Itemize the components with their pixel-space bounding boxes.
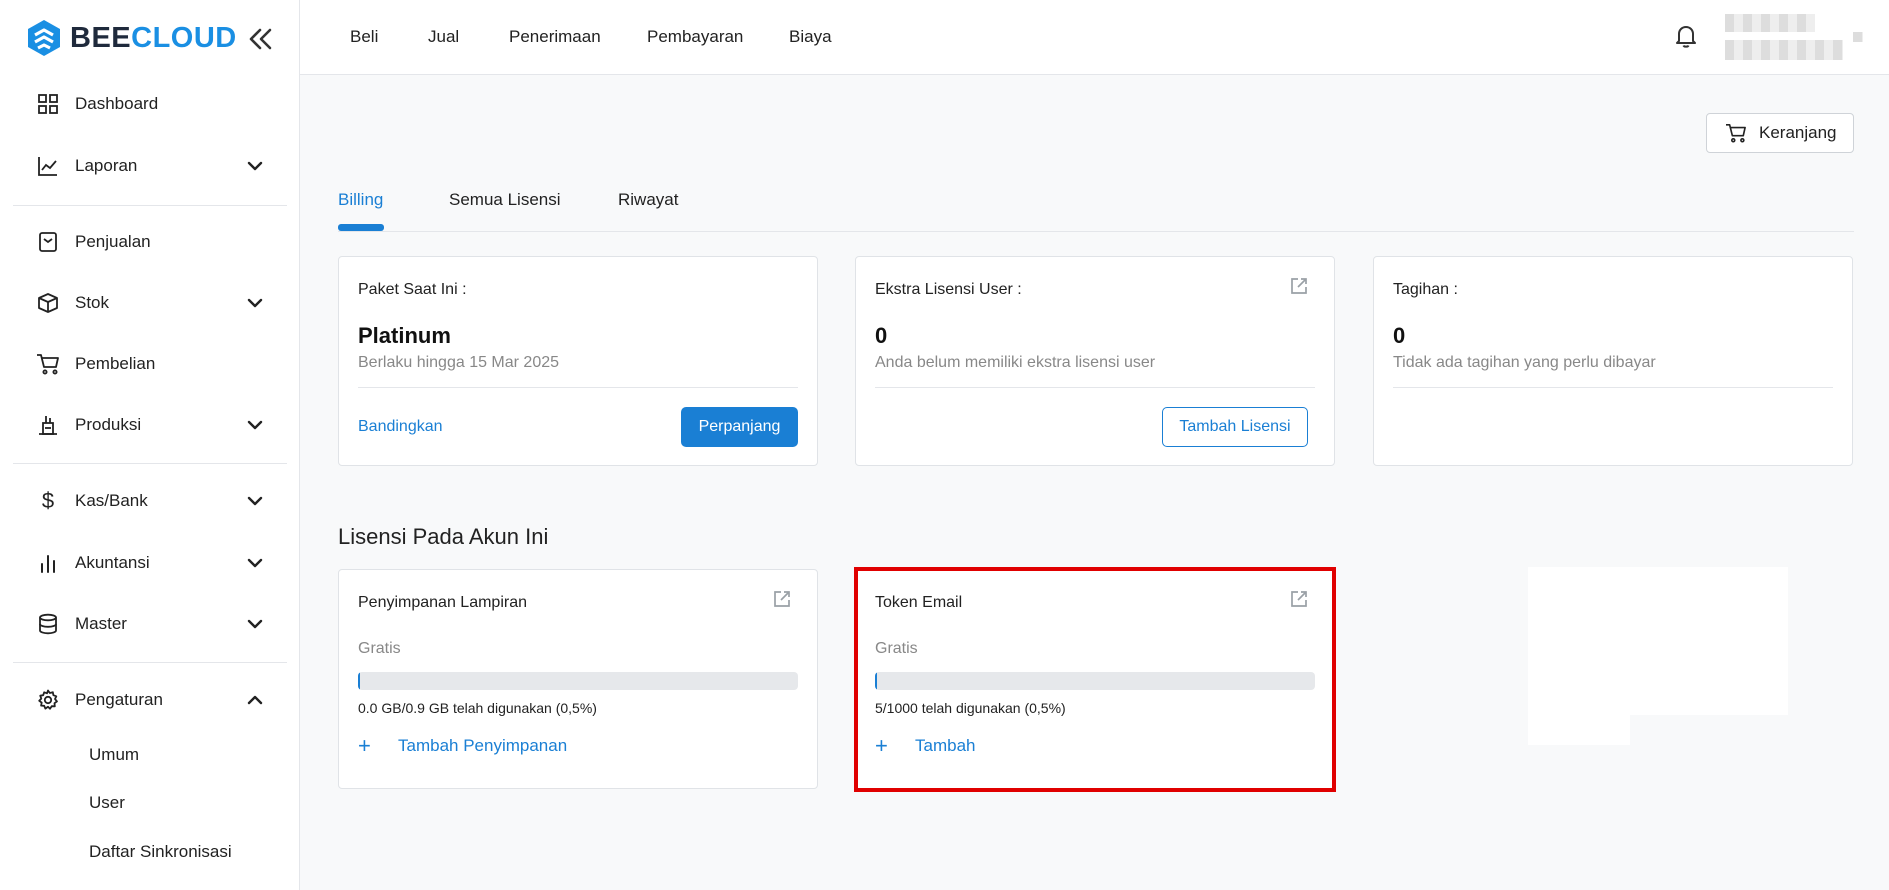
paket-card: Paket Saat Ini : Platinum Berlaku hingga… xyxy=(338,256,818,466)
tab-riwayat[interactable]: Riwayat xyxy=(618,190,678,210)
licenses-section-title: Lisensi Pada Akun Ini xyxy=(338,524,549,549)
gear-icon xyxy=(36,688,60,712)
external-link-icon[interactable] xyxy=(772,589,792,609)
divider xyxy=(358,387,798,388)
divider xyxy=(13,662,287,663)
sidebar-label: Pengaturan xyxy=(75,690,163,709)
brand-name: BEECLOUD xyxy=(70,21,237,54)
highlight-box xyxy=(854,567,1336,792)
cart-icon xyxy=(1726,124,1746,143)
storage-title: Penyimpanan Lampiran xyxy=(358,594,527,611)
active-tab-indicator xyxy=(338,224,384,231)
beecloud-logo-icon xyxy=(28,20,60,56)
tab-semua-lisensi[interactable]: Semua Lisensi xyxy=(449,190,561,210)
topnav-jual[interactable]: Jual xyxy=(428,27,459,47)
extra-title: Ekstra Lisensi User : xyxy=(875,281,1022,298)
collapse-sidebar-icon[interactable] xyxy=(246,26,274,52)
chevron-down-icon xyxy=(247,558,263,568)
divider xyxy=(13,463,287,464)
storage-usage-text: 0.0 GB/0.9 GB telah digunakan (0,5%) xyxy=(358,700,597,716)
tab-billing[interactable]: Billing xyxy=(338,190,383,210)
tabs-divider xyxy=(338,231,1854,232)
dollar-icon: $ xyxy=(41,488,55,513)
sidebar-label: Dashboard xyxy=(75,94,159,113)
external-link-icon[interactable] xyxy=(1289,276,1309,296)
storage-progress-fill xyxy=(358,672,361,690)
user-menu-redacted[interactable] xyxy=(1853,32,1863,42)
chevron-down-icon xyxy=(247,619,263,629)
sidebar-item-master[interactable]: Master xyxy=(0,604,300,644)
renew-button[interactable]: Perpanjang xyxy=(681,407,798,447)
paket-value: Platinum xyxy=(358,323,451,348)
sidebar-item-produksi[interactable]: Produksi xyxy=(0,405,300,445)
sidebar: BEECLOUD Dashboard Laporan Penjualan Sto… xyxy=(0,0,300,890)
paket-title: Paket Saat Ini : xyxy=(358,281,467,298)
add-storage-label: Tambah Penyimpanan xyxy=(398,736,568,755)
divider xyxy=(1393,387,1833,388)
tagihan-value: 0 xyxy=(1393,323,1406,348)
plus-icon: + xyxy=(358,733,371,758)
divider xyxy=(875,387,1315,388)
sidebar-label: Kas/Bank xyxy=(75,491,148,510)
extra-value: 0 xyxy=(875,323,888,348)
extra-sub: Anda belum memiliki ekstra lisensi user xyxy=(875,354,1156,371)
box-icon xyxy=(36,291,60,315)
sidebar-item-akuntansi[interactable]: Akuntansi xyxy=(0,543,300,583)
user-name-redacted[interactable] xyxy=(1725,14,1815,32)
paket-expiry: Berlaku hingga 15 Mar 2025 xyxy=(358,354,560,371)
cart-icon xyxy=(36,352,60,376)
chevron-down-icon xyxy=(247,496,263,506)
blank-card-placeholder xyxy=(1528,715,1630,745)
logo[interactable]: BEECLOUD xyxy=(0,0,299,76)
sidebar-label: Produksi xyxy=(75,415,142,434)
sidebar-label: Pembelian xyxy=(75,354,156,373)
sidebar-subitem-umum[interactable]: Umum xyxy=(89,745,139,765)
sidebar-item-pengaturan[interactable]: Pengaturan xyxy=(0,680,300,720)
sidebar-subitem-user[interactable]: User xyxy=(89,793,125,813)
line-chart-icon xyxy=(36,154,60,178)
cart-button-label: Keranjang xyxy=(1759,123,1837,142)
receipt-icon xyxy=(36,230,60,254)
topbar: Beli Jual Penerimaan Pembayaran Biaya xyxy=(300,0,1889,75)
add-license-button[interactable]: Tambah Lisensi xyxy=(1162,407,1308,447)
topnav-biaya[interactable]: Biaya xyxy=(789,27,832,47)
sidebar-item-pembelian[interactable]: Pembelian xyxy=(0,344,300,384)
storage-card: Penyimpanan Lampiran Gratis 0.0 GB/0.9 G… xyxy=(338,569,818,789)
bell-icon[interactable] xyxy=(1672,22,1700,50)
sidebar-label: Laporan xyxy=(75,156,138,175)
sidebar-item-penjualan[interactable]: Penjualan xyxy=(0,222,300,262)
topnav-penerimaan[interactable]: Penerimaan xyxy=(509,27,601,47)
storage-plan: Gratis xyxy=(358,640,401,657)
sidebar-item-dashboard[interactable]: Dashboard xyxy=(0,84,300,124)
factory-icon xyxy=(36,413,60,437)
chevron-down-icon xyxy=(247,420,263,430)
tagihan-sub: Tidak ada tagihan yang perlu dibayar xyxy=(1393,354,1656,371)
compare-link[interactable]: Bandingkan xyxy=(358,418,443,436)
chevron-down-icon xyxy=(247,161,263,171)
sidebar-item-stok[interactable]: Stok xyxy=(0,283,300,323)
topnav-pembayaran[interactable]: Pembayaran xyxy=(647,27,743,47)
sidebar-label: Stok xyxy=(75,293,110,312)
extra-license-card: Ekstra Lisensi User : 0 Anda belum memil… xyxy=(855,256,1335,466)
database-icon xyxy=(36,612,60,636)
sidebar-subitem-daftar-sinkronisasi[interactable]: Daftar Sinkronisasi xyxy=(89,842,232,862)
tagihan-title: Tagihan : xyxy=(1393,281,1458,298)
cart-button[interactable]: Keranjang xyxy=(1706,113,1854,153)
divider xyxy=(13,205,287,206)
storage-progress-bar xyxy=(358,672,798,690)
user-company-redacted xyxy=(1725,40,1843,60)
sidebar-label: Master xyxy=(75,614,127,633)
add-storage-button[interactable]: + Tambah Penyimpanan xyxy=(358,735,567,757)
tagihan-card: Tagihan : 0 Tidak ada tagihan yang perlu… xyxy=(1373,256,1853,466)
bar-chart-icon xyxy=(36,551,60,575)
grid-icon xyxy=(36,92,60,116)
sidebar-item-kas-bank[interactable]: $ Kas/Bank xyxy=(0,481,300,521)
sidebar-label: Penjualan xyxy=(75,232,151,251)
chevron-up-icon xyxy=(247,695,263,705)
topnav-beli[interactable]: Beli xyxy=(350,27,378,47)
chevron-down-icon xyxy=(247,298,263,308)
sidebar-item-laporan[interactable]: Laporan xyxy=(0,146,300,186)
sidebar-label: Akuntansi xyxy=(75,553,150,572)
blank-card-placeholder xyxy=(1528,567,1788,715)
